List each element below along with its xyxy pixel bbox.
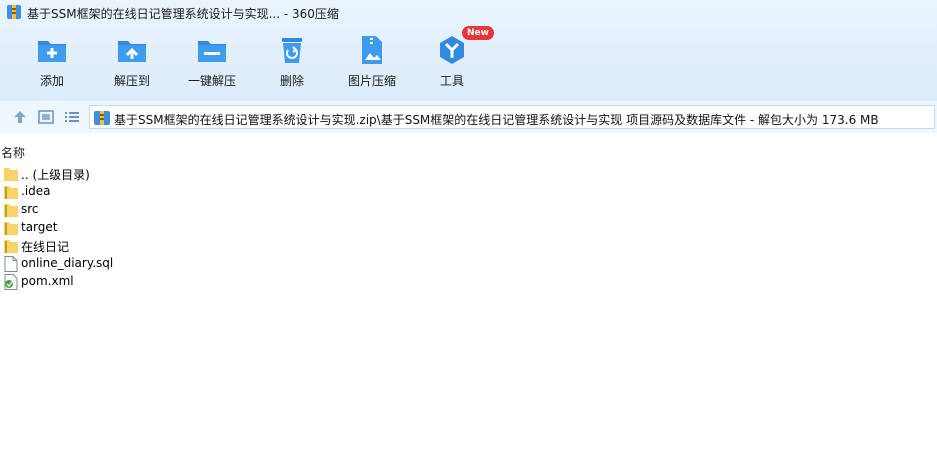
column-header-name[interactable]: 名称 [0, 141, 937, 161]
document-icon [4, 256, 18, 272]
zipped-folder-icon [4, 240, 18, 253]
zip-archive-icon [94, 111, 110, 125]
title-bar: 基于SSM框架的在线日记管理系统设计与实现... - 360压缩 [0, 0, 937, 24]
list-item[interactable]: pom.xml [0, 273, 600, 291]
path-bar[interactable]: 基于SSM框架的在线日记管理系统设计与实现.zip\基于SSM框架的在线日记管理… [89, 105, 935, 129]
file-name: 在线日记 [21, 240, 70, 254]
list-item[interactable]: 在线日记 [0, 237, 600, 255]
toolbar-area: 基于SSM框架的在线日记管理系统设计与实现... - 360压缩 添加 解压到 … [0, 0, 937, 101]
column-header-label: 名称 [1, 146, 26, 160]
one-click-extract-label: 一键解压 [187, 74, 236, 88]
list-item[interactable]: target [0, 219, 600, 237]
navigation-bar: 基于SSM框架的在线日记管理系统设计与实现.zip\基于SSM框架的在线日记管理… [0, 101, 937, 133]
new-badge: New [462, 26, 494, 40]
one-click-extract-button[interactable]: 一键解压 [172, 34, 252, 89]
window-title: 基于SSM框架的在线日记管理系统设计与实现... - 360压缩 [27, 7, 339, 21]
file-name: target [21, 220, 58, 234]
zipped-folder-icon [4, 204, 18, 217]
thumbnail-view-icon[interactable] [37, 109, 55, 125]
path-text: 基于SSM框架的在线日记管理系统设计与实现.zip\基于SSM框架的在线日记管理… [114, 113, 879, 127]
zipped-folder-icon [4, 222, 18, 235]
folder-icon [4, 168, 18, 181]
extract-to-button[interactable]: 解压到 [92, 34, 172, 89]
file-name: pom.xml [21, 274, 74, 288]
list-item[interactable]: online_diary.sql [0, 255, 600, 273]
file-name: .. (上级目录) [21, 168, 90, 182]
one-click-extract-icon [198, 41, 226, 62]
image-compress-icon [362, 36, 382, 64]
list-item-parent[interactable]: .. (上级目录) [0, 165, 600, 183]
delete-button[interactable]: 删除 [252, 34, 332, 89]
extract-to-icon [118, 41, 146, 62]
file-name: online_diary.sql [21, 256, 114, 270]
tools-button[interactable]: New 工具 [412, 26, 494, 89]
zipped-folder-icon [4, 186, 18, 199]
delete-label: 删除 [279, 74, 304, 88]
list-item[interactable]: src [0, 201, 600, 219]
add-button[interactable]: 添加 [12, 34, 92, 89]
add-folder-icon [38, 41, 66, 62]
tools-label: 工具 [439, 74, 464, 88]
extract-to-label: 解压到 [113, 74, 150, 88]
list-item[interactable]: .idea [0, 183, 600, 201]
add-label: 添加 [39, 74, 64, 88]
xml-file-icon [4, 274, 18, 290]
file-name: src [21, 202, 39, 216]
file-name: .idea [21, 184, 51, 198]
recycle-bin-icon [282, 38, 302, 63]
tools-icon [440, 36, 464, 64]
image-compress-button[interactable]: 图片压缩 [332, 34, 412, 89]
up-arrow-icon[interactable] [11, 109, 29, 125]
list-view-icon[interactable] [63, 109, 81, 125]
archive-app-icon [7, 5, 21, 19]
image-compress-label: 图片压缩 [347, 74, 396, 88]
